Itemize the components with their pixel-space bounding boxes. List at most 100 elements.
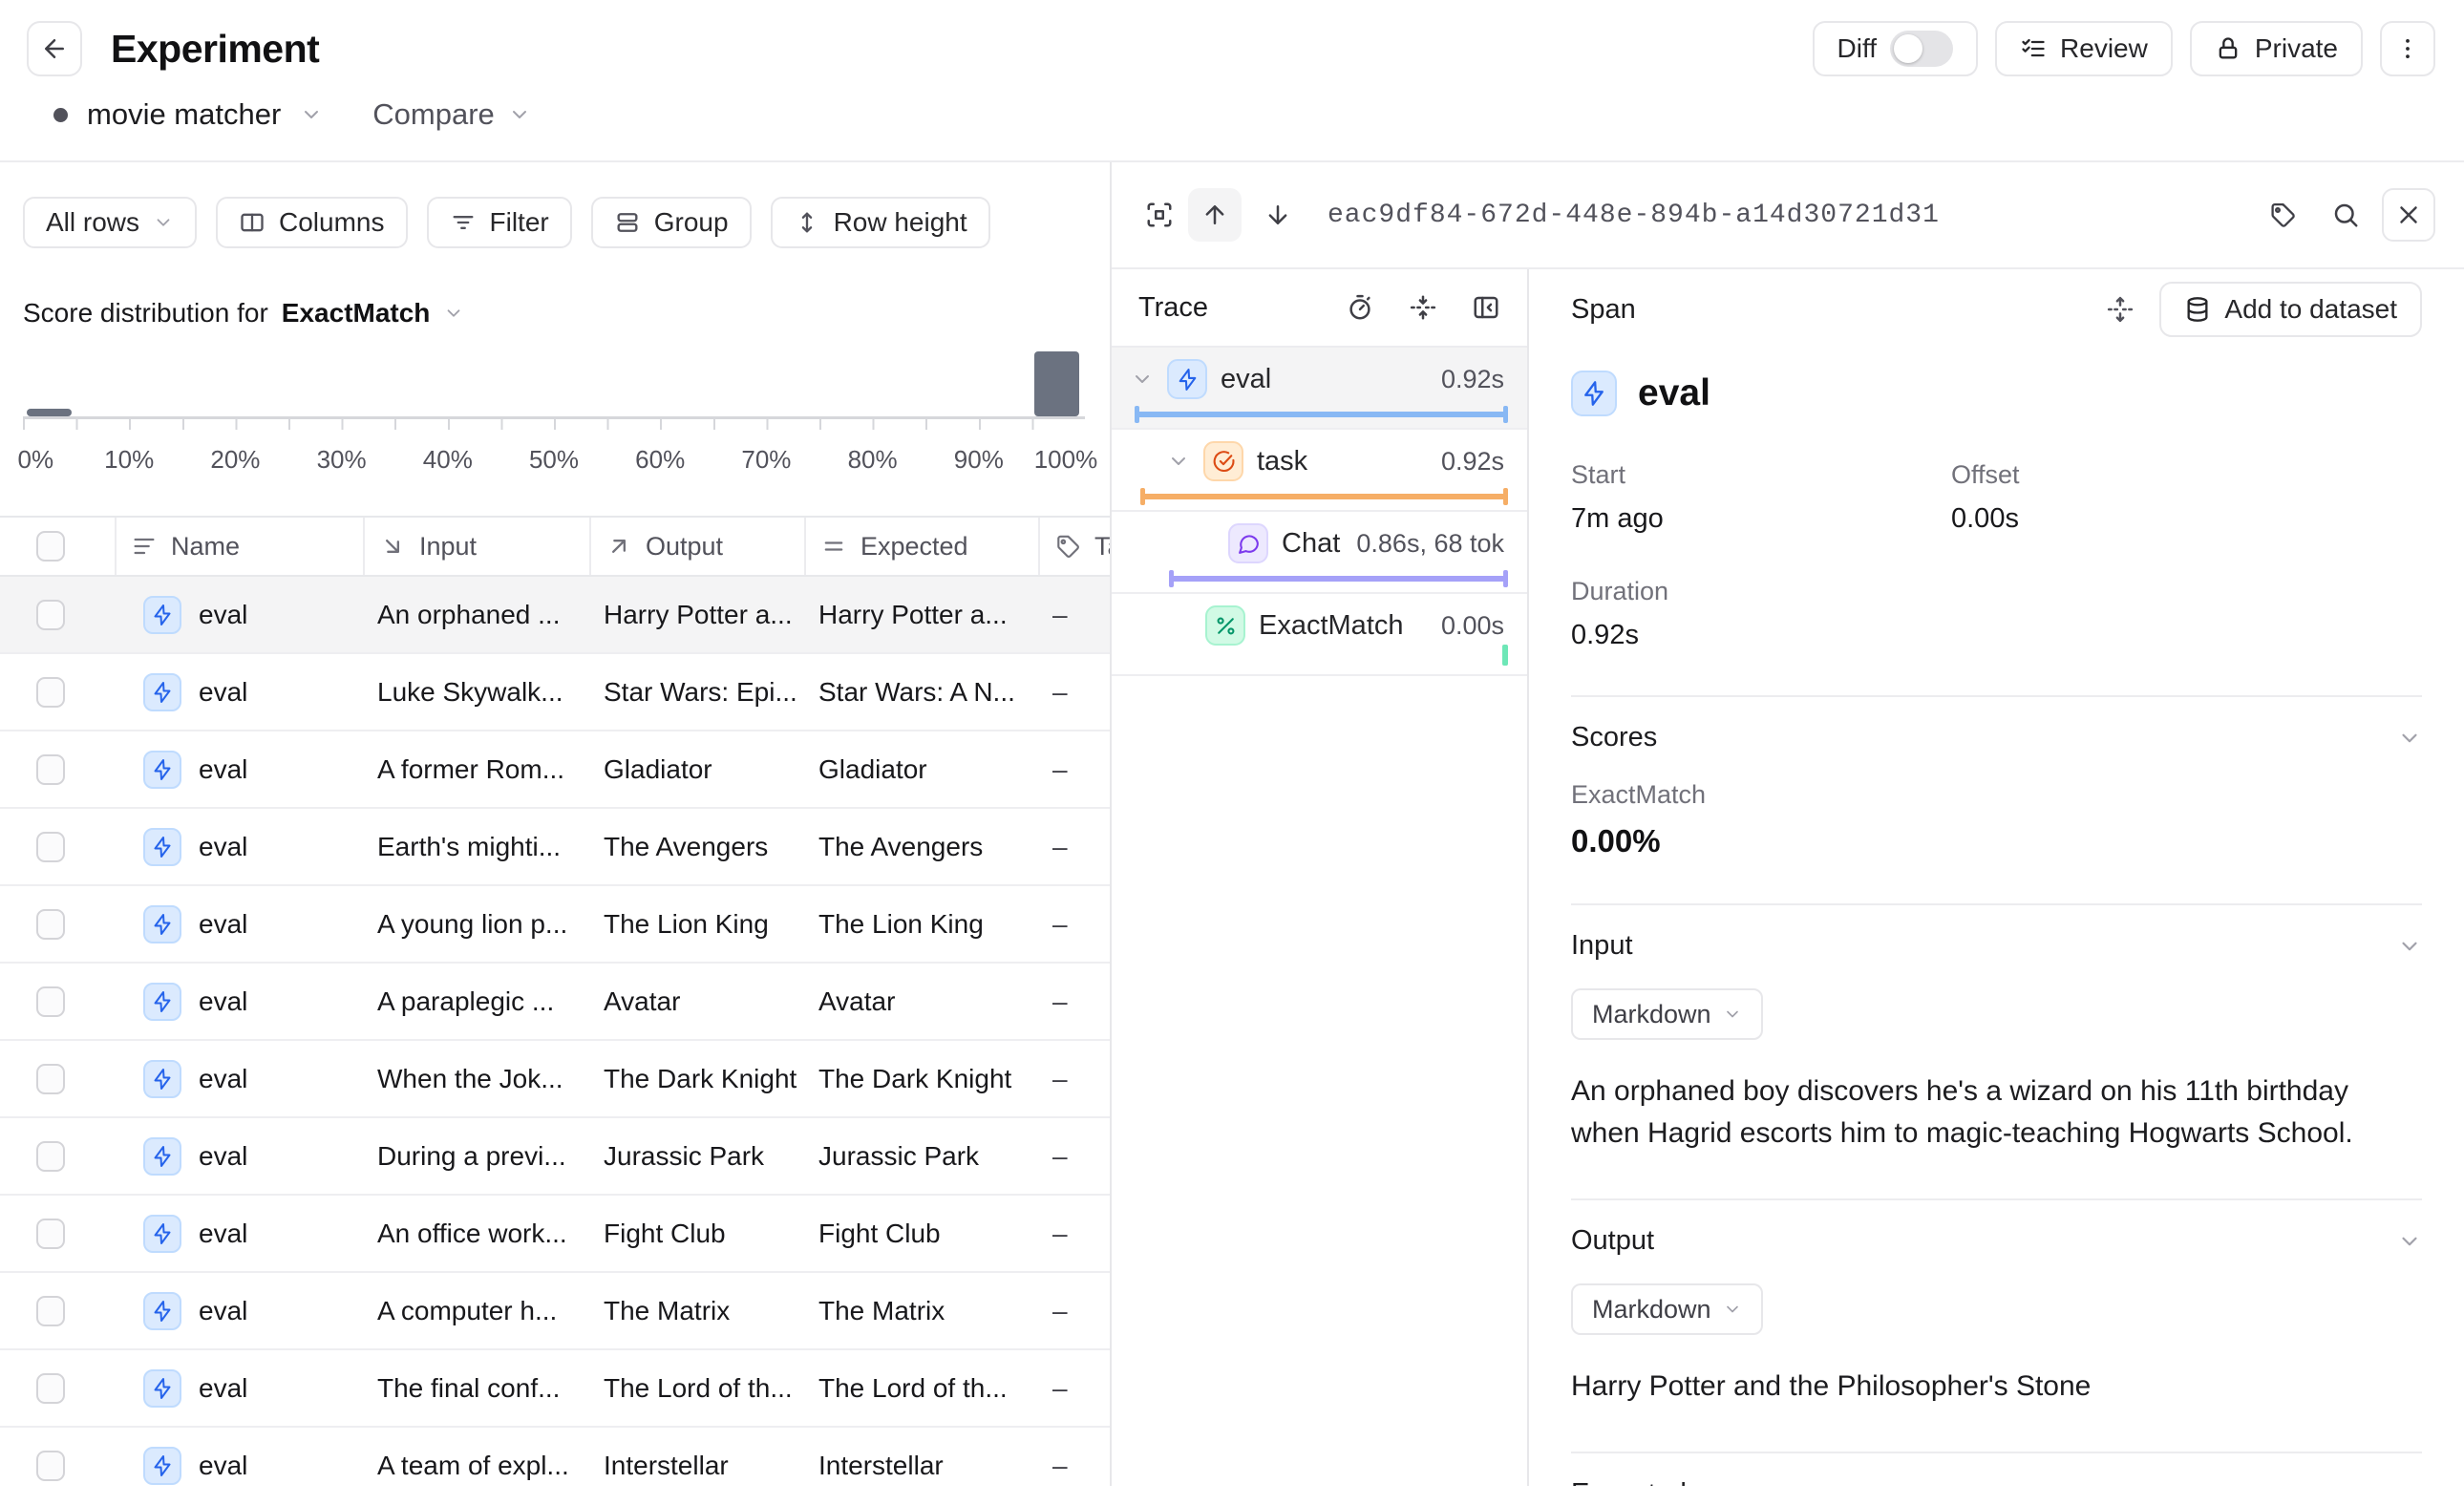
section-divider [1571, 1452, 2422, 1453]
row-checkbox[interactable] [36, 986, 65, 1017]
group-button[interactable]: Group [591, 197, 752, 248]
eval-icon [143, 673, 181, 711]
timer-icon[interactable] [1346, 293, 1374, 322]
expand-sections-button[interactable] [2106, 295, 2135, 324]
input-format-select[interactable]: Markdown [1571, 988, 1763, 1040]
all-rows-label: All rows [46, 207, 139, 238]
collapse-vertical-icon[interactable] [1409, 293, 1437, 322]
table-row[interactable]: eval Earth's mighti... The Avengers The … [0, 809, 1110, 886]
timeline-bar-task [1140, 494, 1508, 499]
all-rows-filter-button[interactable]: All rows [23, 197, 197, 248]
focus-trace-button[interactable] [1140, 188, 1179, 242]
table-toolbar: All rows Columns Filter Group Row height [0, 197, 1110, 248]
expected-cell: Harry Potter a... [804, 600, 1038, 630]
table-row[interactable]: eval A team of expl... Interstellar Inte… [0, 1428, 1110, 1486]
column-header-input[interactable]: Input [363, 518, 589, 575]
name-cell: eval [115, 983, 363, 1021]
more-menu-button[interactable] [2380, 21, 2435, 76]
close-panel-button[interactable] [2382, 188, 2435, 242]
input-text: An orphaned boy discovers he's a wizard … [1571, 1070, 2422, 1155]
scan-icon [1149, 204, 1171, 226]
row-checkbox[interactable] [36, 909, 65, 940]
column-header-name[interactable]: Name [115, 518, 363, 575]
row-name: eval [199, 986, 247, 1017]
next-row-button[interactable] [1251, 188, 1305, 242]
table-row[interactable]: eval An orphaned ... Harry Potter a... H… [0, 577, 1110, 654]
trace-row-chat-completion[interactable]: Chat C... 0.86s, 68 tok [1112, 512, 1527, 594]
output-format-select[interactable]: Markdown [1571, 1283, 1763, 1335]
trace-row-eval[interactable]: eval 0.92s [1112, 348, 1527, 430]
collapse-panel-icon[interactable] [1472, 293, 1500, 322]
row-checkbox[interactable] [36, 832, 65, 862]
back-button[interactable] [27, 21, 82, 76]
search-button[interactable] [2319, 188, 2372, 242]
input-section-header[interactable]: Input [1571, 930, 2422, 962]
checkbox-cell [0, 832, 115, 862]
checkbox-cell [0, 1296, 115, 1326]
filter-button[interactable]: Filter [427, 197, 572, 248]
table-row[interactable]: eval Luke Skywalk... Star Wars: Epi... S… [0, 654, 1110, 731]
add-to-dataset-button[interactable]: Add to dataset [2159, 282, 2422, 337]
input-cell: A team of expl... [363, 1451, 589, 1481]
task-icon [1203, 441, 1243, 481]
chevron-down-icon [2397, 934, 2422, 959]
table-row[interactable]: eval An office work... Fight Club Fight … [0, 1196, 1110, 1273]
row-checkbox[interactable] [36, 1141, 65, 1172]
table-row[interactable]: eval A former Rom... Gladiator Gladiator… [0, 731, 1110, 809]
scores-section-header[interactable]: Scores [1571, 722, 2422, 753]
chevron-down-icon[interactable] [1131, 368, 1154, 391]
eval-icon [1571, 371, 1617, 416]
select-all-checkbox[interactable] [36, 531, 65, 562]
chevron-down-icon[interactable] [1167, 450, 1190, 473]
row-checkbox[interactable] [36, 600, 65, 630]
tag-button[interactable] [2256, 188, 2309, 242]
eval-icon [143, 1060, 181, 1098]
table-row[interactable]: eval A computer h... The Matrix The Matr… [0, 1273, 1110, 1350]
trace-row-task[interactable]: task 0.92s [1112, 430, 1527, 512]
compare-selector[interactable]: Compare [372, 97, 531, 132]
review-button[interactable]: Review [1995, 21, 2173, 76]
trace-id: eac9df84-672d-448e-894b-a14d30721d31 [1328, 201, 1940, 230]
output-section-header[interactable]: Output [1571, 1225, 2422, 1257]
tick-label: 100% [1034, 445, 1098, 475]
diff-toggle[interactable] [1890, 31, 1953, 67]
expected-cell: The Avengers [804, 832, 1038, 862]
table-row[interactable]: eval During a previ... Jurassic Park Jur… [0, 1118, 1110, 1196]
table-row[interactable]: eval The final conf... The Lord of th...… [0, 1350, 1110, 1428]
header-checkbox-cell [0, 518, 115, 575]
diff-toggle-group[interactable]: Diff [1813, 21, 1979, 76]
name-cell: eval [115, 1369, 363, 1408]
row-checkbox[interactable] [36, 1373, 65, 1404]
close-icon [2402, 208, 2416, 223]
row-checkbox[interactable] [36, 1219, 65, 1249]
column-header-tags[interactable]: Tags [1038, 518, 1110, 575]
tags-cell: – [1038, 1373, 1110, 1404]
experiment-name: movie matcher [87, 97, 281, 132]
row-checkbox[interactable] [36, 677, 65, 708]
trace-row-exactmatch[interactable]: ExactMatch 0.00s [1112, 594, 1527, 676]
experiment-selector[interactable]: movie matcher [53, 97, 323, 132]
previous-row-button[interactable] [1188, 188, 1242, 242]
checkbox-cell [0, 1219, 115, 1249]
table-row[interactable]: eval When the Jok... The Dark Knight The… [0, 1041, 1110, 1118]
row-checkbox[interactable] [36, 1451, 65, 1481]
column-header-output[interactable]: Output [589, 518, 804, 575]
expected-cell: The Lord of th... [804, 1373, 1038, 1404]
score-distribution-header[interactable]: Score distribution for ExactMatch [23, 298, 1087, 329]
expected-section-header[interactable]: Expected [1571, 1478, 2422, 1486]
row-checkbox[interactable] [36, 1064, 65, 1094]
tags-cell: – [1038, 986, 1110, 1017]
row-checkbox[interactable] [36, 1296, 65, 1326]
row-name: eval [199, 1219, 247, 1249]
row-checkbox[interactable] [36, 754, 65, 785]
private-button[interactable]: Private [2190, 21, 2363, 76]
span-metadata: Start 7m ago Offset 0.00s Duration 0.92s [1571, 460, 2422, 651]
table-row[interactable]: eval A paraplegic ... Avatar Avatar – [0, 964, 1110, 1041]
checkbox-cell [0, 754, 115, 785]
row-height-button[interactable]: Row height [771, 197, 990, 248]
table-row[interactable]: eval A young lion p... The Lion King The… [0, 886, 1110, 964]
column-header-expected[interactable]: Expected [804, 518, 1038, 575]
columns-button[interactable]: Columns [216, 197, 407, 248]
format-value: Markdown [1592, 1000, 1711, 1029]
timeline-bar-chat [1169, 576, 1508, 582]
